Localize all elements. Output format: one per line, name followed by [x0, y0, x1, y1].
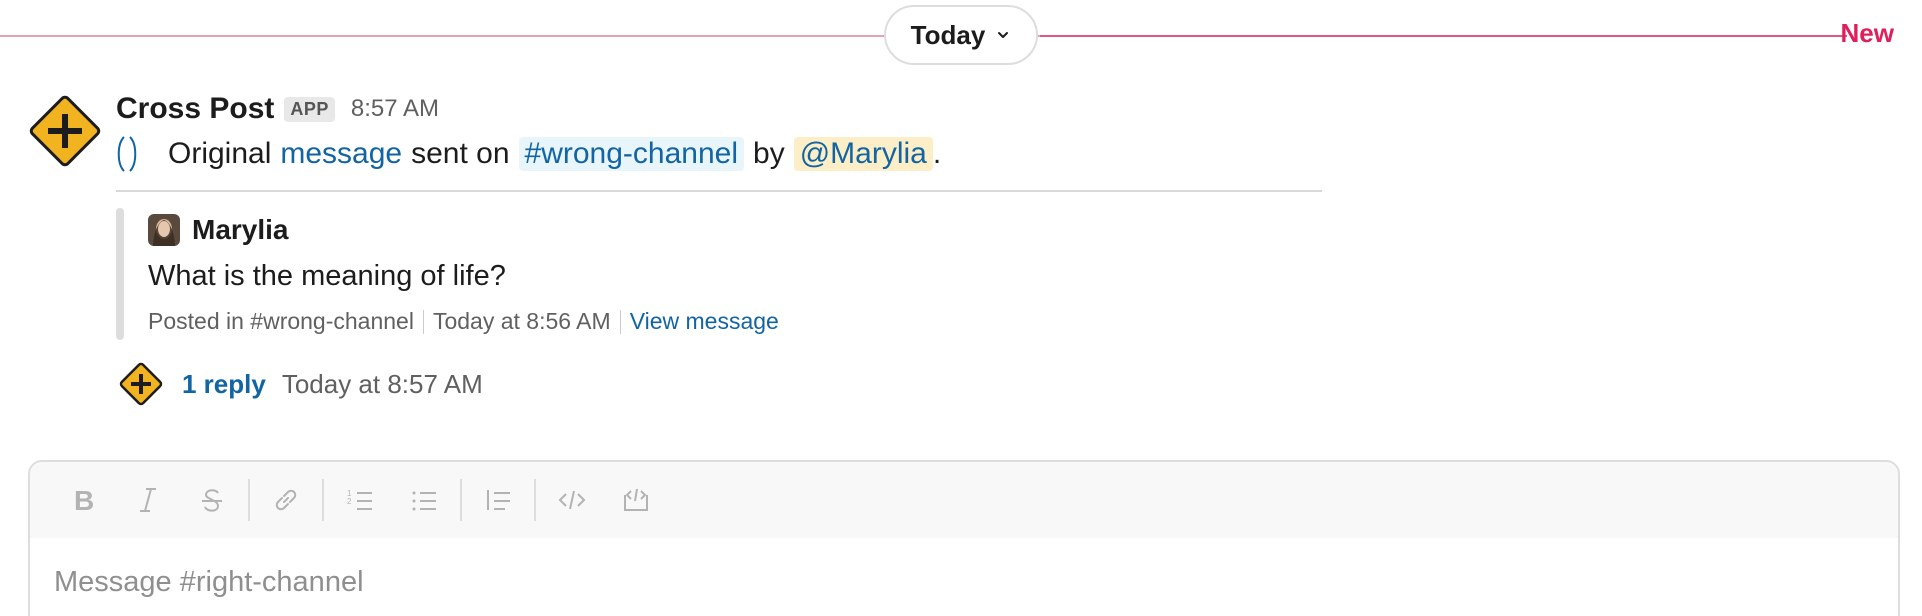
loading-spinner-icon	[117, 136, 137, 172]
message-composer: B 12	[28, 460, 1900, 616]
svg-text:2: 2	[347, 497, 352, 506]
last-reply-time: Today at 8:57 AM	[281, 368, 483, 399]
replier-avatar	[119, 362, 163, 406]
quote-author: Marylia	[148, 214, 289, 246]
date-label: Today	[910, 19, 986, 50]
link-icon[interactable]	[268, 482, 304, 518]
message-header: Cross Post APP 8:57 AM	[116, 88, 439, 130]
quote-meta: Posted in #wrong-channel Today at 8:56 A…	[148, 308, 779, 335]
formatting-toolbar: B 12	[30, 462, 1898, 538]
message-input[interactable]	[54, 562, 1854, 602]
message-link[interactable]: message	[280, 137, 402, 171]
message-text-middle: sent on	[411, 137, 510, 170]
thread-replies[interactable]: 1 reply Today at 8:57 AM	[116, 358, 483, 410]
toolbar-divider	[460, 479, 462, 521]
quoted-message: Marylia What is the meaning of life? Pos…	[116, 208, 916, 340]
message-text-prefix: Original	[168, 137, 272, 170]
date-jump-button[interactable]: Today	[884, 5, 1038, 65]
user-avatar[interactable]	[148, 214, 180, 246]
strikethrough-icon[interactable]	[194, 482, 230, 518]
ordered-list-icon[interactable]: 12	[342, 482, 378, 518]
quote-author-name[interactable]: Marylia	[192, 214, 289, 246]
chevron-down-icon	[998, 32, 1009, 38]
message-text-end: .	[932, 137, 942, 170]
quote-bar	[116, 208, 124, 340]
message-timestamp[interactable]: 8:57 AM	[351, 95, 439, 123]
toolbar-divider	[534, 479, 536, 521]
reply-count-link[interactable]: 1 reply	[182, 369, 266, 400]
message-separator	[116, 190, 1322, 192]
bold-icon[interactable]: B	[66, 482, 102, 518]
message-body: Original message sent on #wrong-channel …	[116, 132, 941, 176]
toolbar-divider	[322, 479, 324, 521]
meta-separator	[619, 309, 621, 334]
new-messages-label: New	[1840, 18, 1894, 48]
sender-name[interactable]: Cross Post	[116, 92, 274, 126]
code-icon[interactable]	[554, 482, 590, 518]
posted-time[interactable]: Today at 8:56 AM	[433, 308, 611, 335]
meta-separator	[422, 309, 424, 334]
toolbar-divider	[248, 479, 250, 521]
message-text-by: by	[753, 137, 785, 170]
bulleted-list-icon[interactable]	[406, 482, 442, 518]
new-messages-line	[1040, 35, 1847, 37]
blockquote-icon[interactable]	[480, 482, 516, 518]
svg-text:B: B	[74, 485, 94, 515]
date-divider: Today New	[0, 0, 1922, 72]
posted-in-label[interactable]: Posted in #wrong-channel	[148, 308, 414, 335]
view-message-link[interactable]: View message	[630, 308, 779, 335]
app-badge: APP	[284, 96, 335, 122]
italic-icon[interactable]	[130, 482, 166, 518]
code-block-icon[interactable]	[618, 482, 654, 518]
channel-link[interactable]: #wrong-channel	[518, 137, 745, 171]
user-mention[interactable]: @Marylia	[793, 137, 933, 171]
quote-text: What is the meaning of life?	[148, 260, 506, 292]
cross-post-app-avatar[interactable]	[26, 92, 104, 170]
